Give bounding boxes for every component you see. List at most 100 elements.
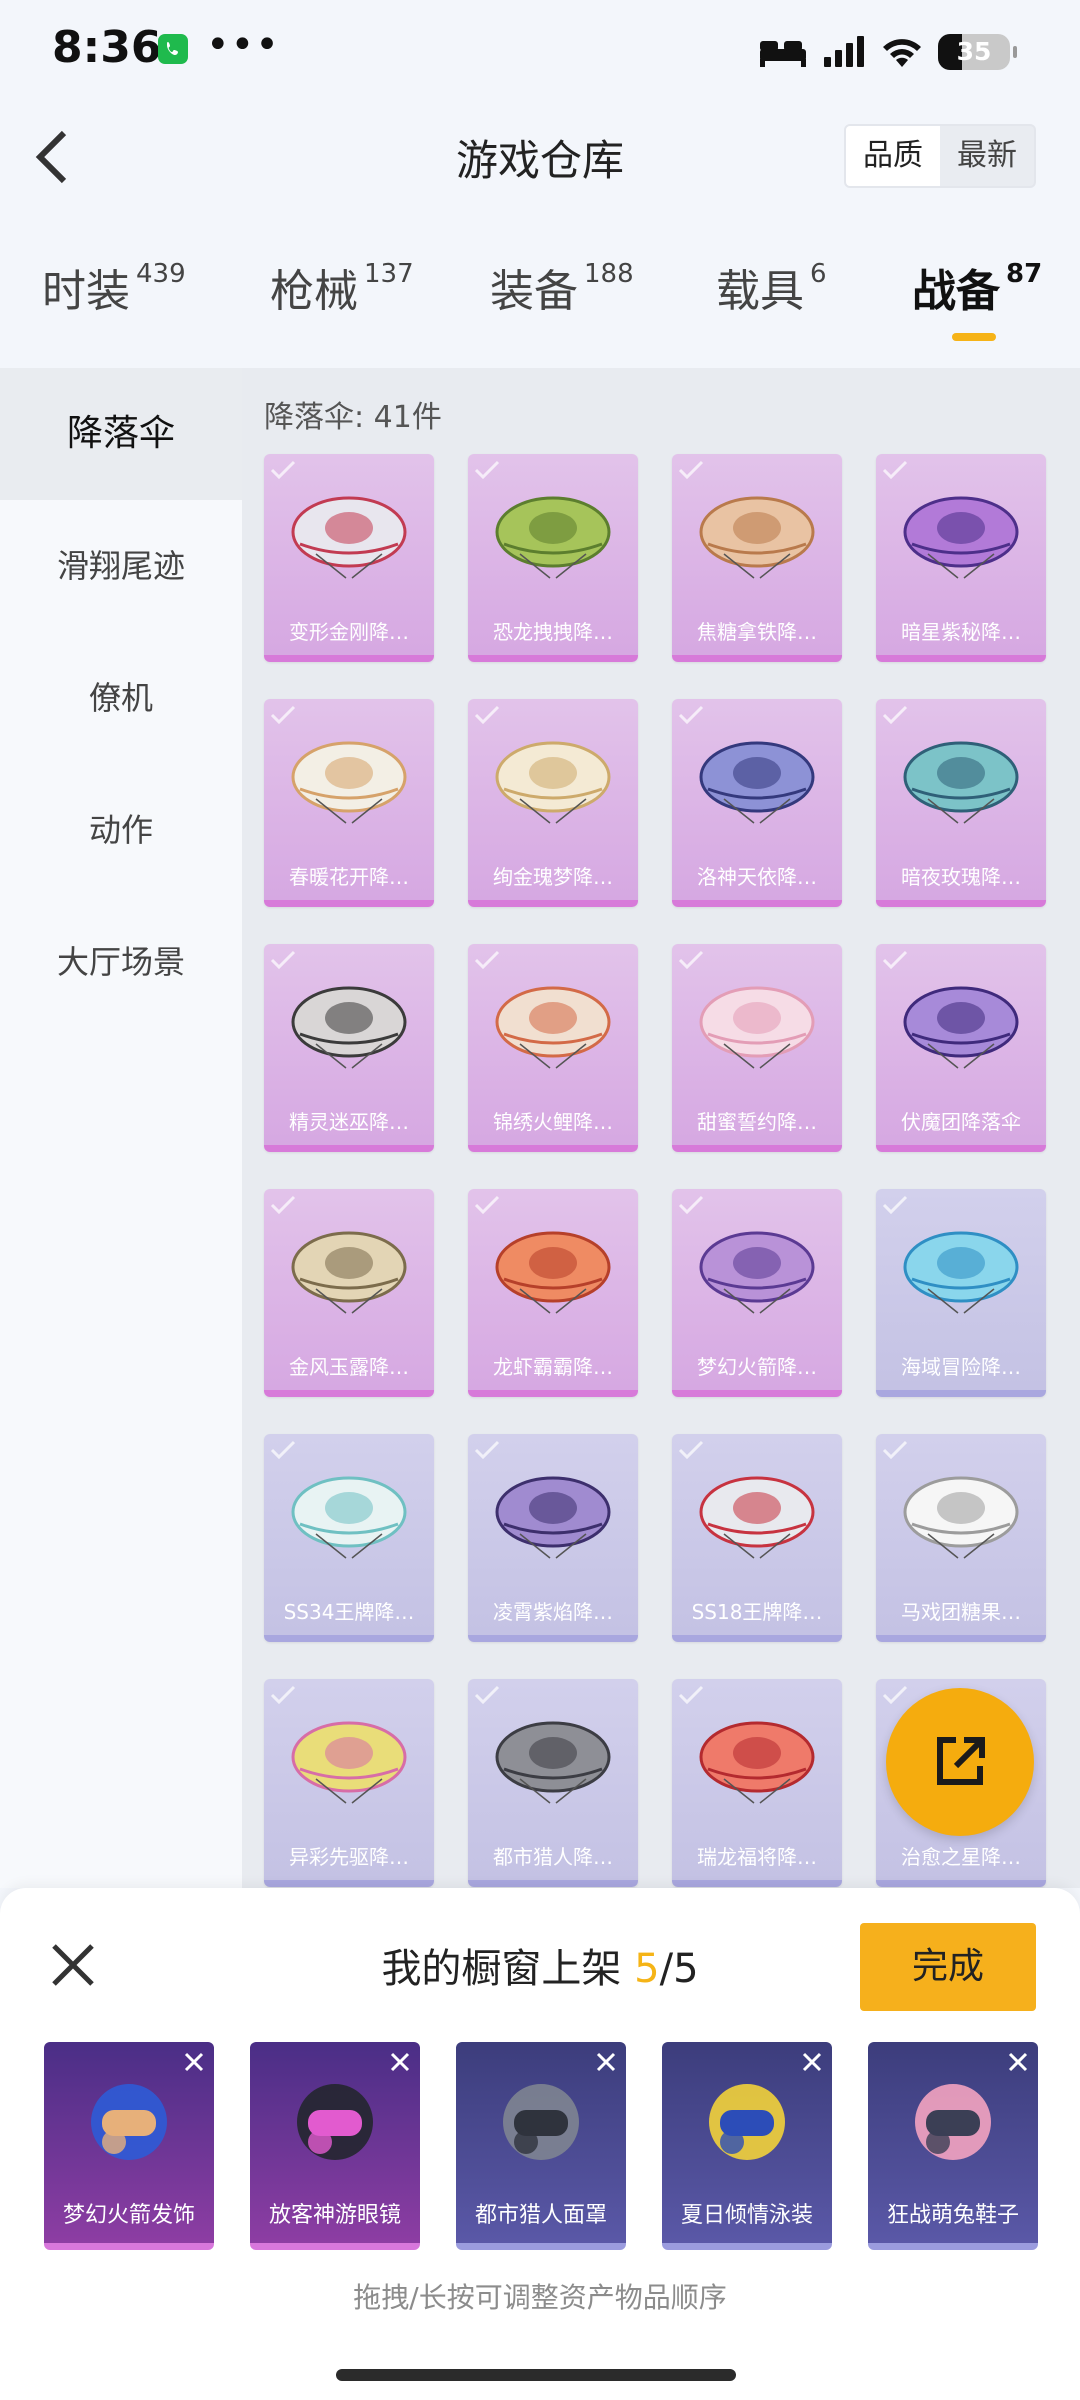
item-card[interactable]: 伏魔团降落伞 — [876, 944, 1046, 1152]
tab-firearms[interactable]: 枪械 137 — [270, 255, 414, 319]
bed-icon — [760, 41, 806, 67]
item-card[interactable]: 恐龙拽拽降… — [468, 454, 638, 662]
item-card[interactable]: 洛神天依降… — [672, 699, 842, 907]
item-card[interactable]: SS18王牌降… — [672, 1434, 842, 1642]
tab-count: 439 — [136, 259, 186, 289]
section-title: 降落伞: 41件 — [264, 400, 442, 435]
item-thumbnail-icon — [297, 2084, 373, 2160]
item-card[interactable]: 都市猎人降… — [468, 1679, 638, 1887]
item-name: 伏魔团降落伞 — [901, 1110, 1021, 1134]
share-button[interactable] — [886, 1688, 1034, 1836]
call-icon — [158, 34, 188, 64]
item-name: 都市猎人降… — [493, 1845, 613, 1869]
parachute-icon — [495, 496, 611, 579]
showcase-item[interactable]: 夏日倾情泳装 — [662, 2042, 832, 2250]
share-icon — [937, 1737, 985, 1785]
showcase-item[interactable]: 放客神游眼镜 — [250, 2042, 420, 2250]
item-card[interactable]: 锦绣火鲤降… — [468, 944, 638, 1152]
parachute-icon — [495, 1231, 611, 1314]
check-icon — [882, 1440, 908, 1460]
sort-latest-button[interactable]: 最新 — [940, 126, 1034, 186]
tab-vehicles[interactable]: 载具 6 — [716, 255, 827, 319]
showcase-item[interactable]: 梦幻火箭发饰 — [44, 2042, 214, 2250]
sidebar-item-parachute[interactable]: 降落伞 — [0, 368, 242, 500]
item-card[interactable]: 绚金瑰梦降… — [468, 699, 638, 907]
parachute-icon — [903, 1476, 1019, 1559]
status-icons: 35 — [758, 30, 1017, 74]
top-bar: 游戏仓库 品质 最新 — [0, 105, 1080, 210]
item-card[interactable]: 异彩先驱降… — [264, 1679, 434, 1887]
check-icon — [882, 950, 908, 970]
item-name: 治愈之星降… — [901, 1845, 1021, 1869]
battery-icon: 35 — [938, 34, 1017, 70]
check-icon — [474, 460, 500, 480]
tab-equipment[interactable]: 装备 188 — [490, 255, 634, 319]
done-button[interactable]: 完成 — [860, 1923, 1036, 2011]
sidebar-item-wingman[interactable]: 僚机 — [0, 632, 242, 764]
reorder-hint: 拖拽/长按可调整资产物品顺序 — [353, 2281, 727, 2314]
check-icon — [474, 1195, 500, 1215]
item-name: 精灵迷巫降… — [289, 1110, 409, 1134]
remove-item-icon[interactable] — [182, 2050, 206, 2074]
check-icon — [678, 950, 704, 970]
item-thumbnail-icon — [91, 2084, 167, 2160]
sidebar-item-glide-trail[interactable]: 滑翔尾迹 — [0, 500, 242, 632]
sidebar: 降落伞 滑翔尾迹 僚机 动作 大厅场景 — [0, 368, 242, 1888]
item-card[interactable]: 海域冒险降… — [876, 1189, 1046, 1397]
item-card[interactable]: 精灵迷巫降… — [264, 944, 434, 1152]
item-name: 洛神天依降… — [697, 865, 817, 889]
check-icon — [270, 1440, 296, 1460]
tab-fashion[interactable]: 时装 439 — [42, 255, 186, 319]
showcase-list: 梦幻火箭发饰 放客神游眼镜 都市猎人面罩 夏日倾情泳装 狂战萌兔鞋子 — [44, 2042, 1044, 2250]
item-name: 暗夜玫瑰降… — [901, 865, 1021, 889]
remove-item-icon[interactable] — [800, 2050, 824, 2074]
item-card[interactable]: 龙虾霸霸降… — [468, 1189, 638, 1397]
item-card[interactable]: 金风玉露降… — [264, 1189, 434, 1397]
parachute-icon — [291, 1721, 407, 1804]
remove-item-icon[interactable] — [1006, 2050, 1030, 2074]
parachute-icon — [495, 741, 611, 824]
tab-label: 战备 — [912, 266, 1000, 317]
check-icon — [678, 1440, 704, 1460]
item-card[interactable]: 焦糖拿铁降… — [672, 454, 842, 662]
showcase-item[interactable]: 都市猎人面罩 — [456, 2042, 626, 2250]
check-icon — [474, 705, 500, 725]
item-card[interactable]: 春暖花开降… — [264, 699, 434, 907]
parachute-icon — [495, 1721, 611, 1804]
remove-item-icon[interactable] — [388, 2050, 412, 2074]
check-icon — [678, 1195, 704, 1215]
sort-quality-button[interactable]: 品质 — [846, 126, 940, 186]
showcase-title-text: 我的橱窗上架 — [381, 1946, 635, 1992]
item-card[interactable]: 瑞龙福将降… — [672, 1679, 842, 1887]
item-card[interactable]: 变形金刚降… — [264, 454, 434, 662]
item-card[interactable]: 甜蜜誓约降… — [672, 944, 842, 1152]
item-name: 金风玉露降… — [289, 1355, 409, 1379]
item-card[interactable]: 暗星紫秘降… — [876, 454, 1046, 662]
check-icon — [270, 460, 296, 480]
parachute-icon — [495, 1476, 611, 1559]
item-name: 恐龙拽拽降… — [493, 620, 613, 644]
showcase-total: /5 — [659, 1946, 699, 1992]
sidebar-item-lobby-scene[interactable]: 大厅场景 — [0, 896, 242, 1028]
showcase-item[interactable]: 狂战萌兔鞋子 — [868, 2042, 1038, 2250]
status-time: 8:36 — [52, 22, 162, 73]
item-card[interactable]: SS34王牌降… — [264, 1434, 434, 1642]
home-indicator[interactable] — [336, 2369, 736, 2381]
parachute-icon — [699, 1476, 815, 1559]
item-card[interactable]: 暗夜玫瑰降… — [876, 699, 1046, 907]
tab-count: 6 — [810, 259, 827, 289]
sidebar-item-emote[interactable]: 动作 — [0, 764, 242, 896]
remove-item-icon[interactable] — [594, 2050, 618, 2074]
parachute-icon — [291, 1231, 407, 1314]
item-card[interactable]: 梦幻火箭降… — [672, 1189, 842, 1397]
item-card[interactable]: 凌霄紫焰降… — [468, 1434, 638, 1642]
item-card[interactable]: 马戏团糖果… — [876, 1434, 1046, 1642]
check-icon — [270, 1685, 296, 1705]
check-icon — [882, 1195, 908, 1215]
status-bar: 8:36 ••• 35 — [0, 0, 1080, 105]
item-name: 马戏团糖果… — [901, 1600, 1021, 1624]
parachute-icon — [291, 496, 407, 579]
check-icon — [882, 705, 908, 725]
tab-combat-gear[interactable]: 战备 87 — [912, 255, 1042, 319]
more-icon: ••• — [206, 22, 280, 68]
